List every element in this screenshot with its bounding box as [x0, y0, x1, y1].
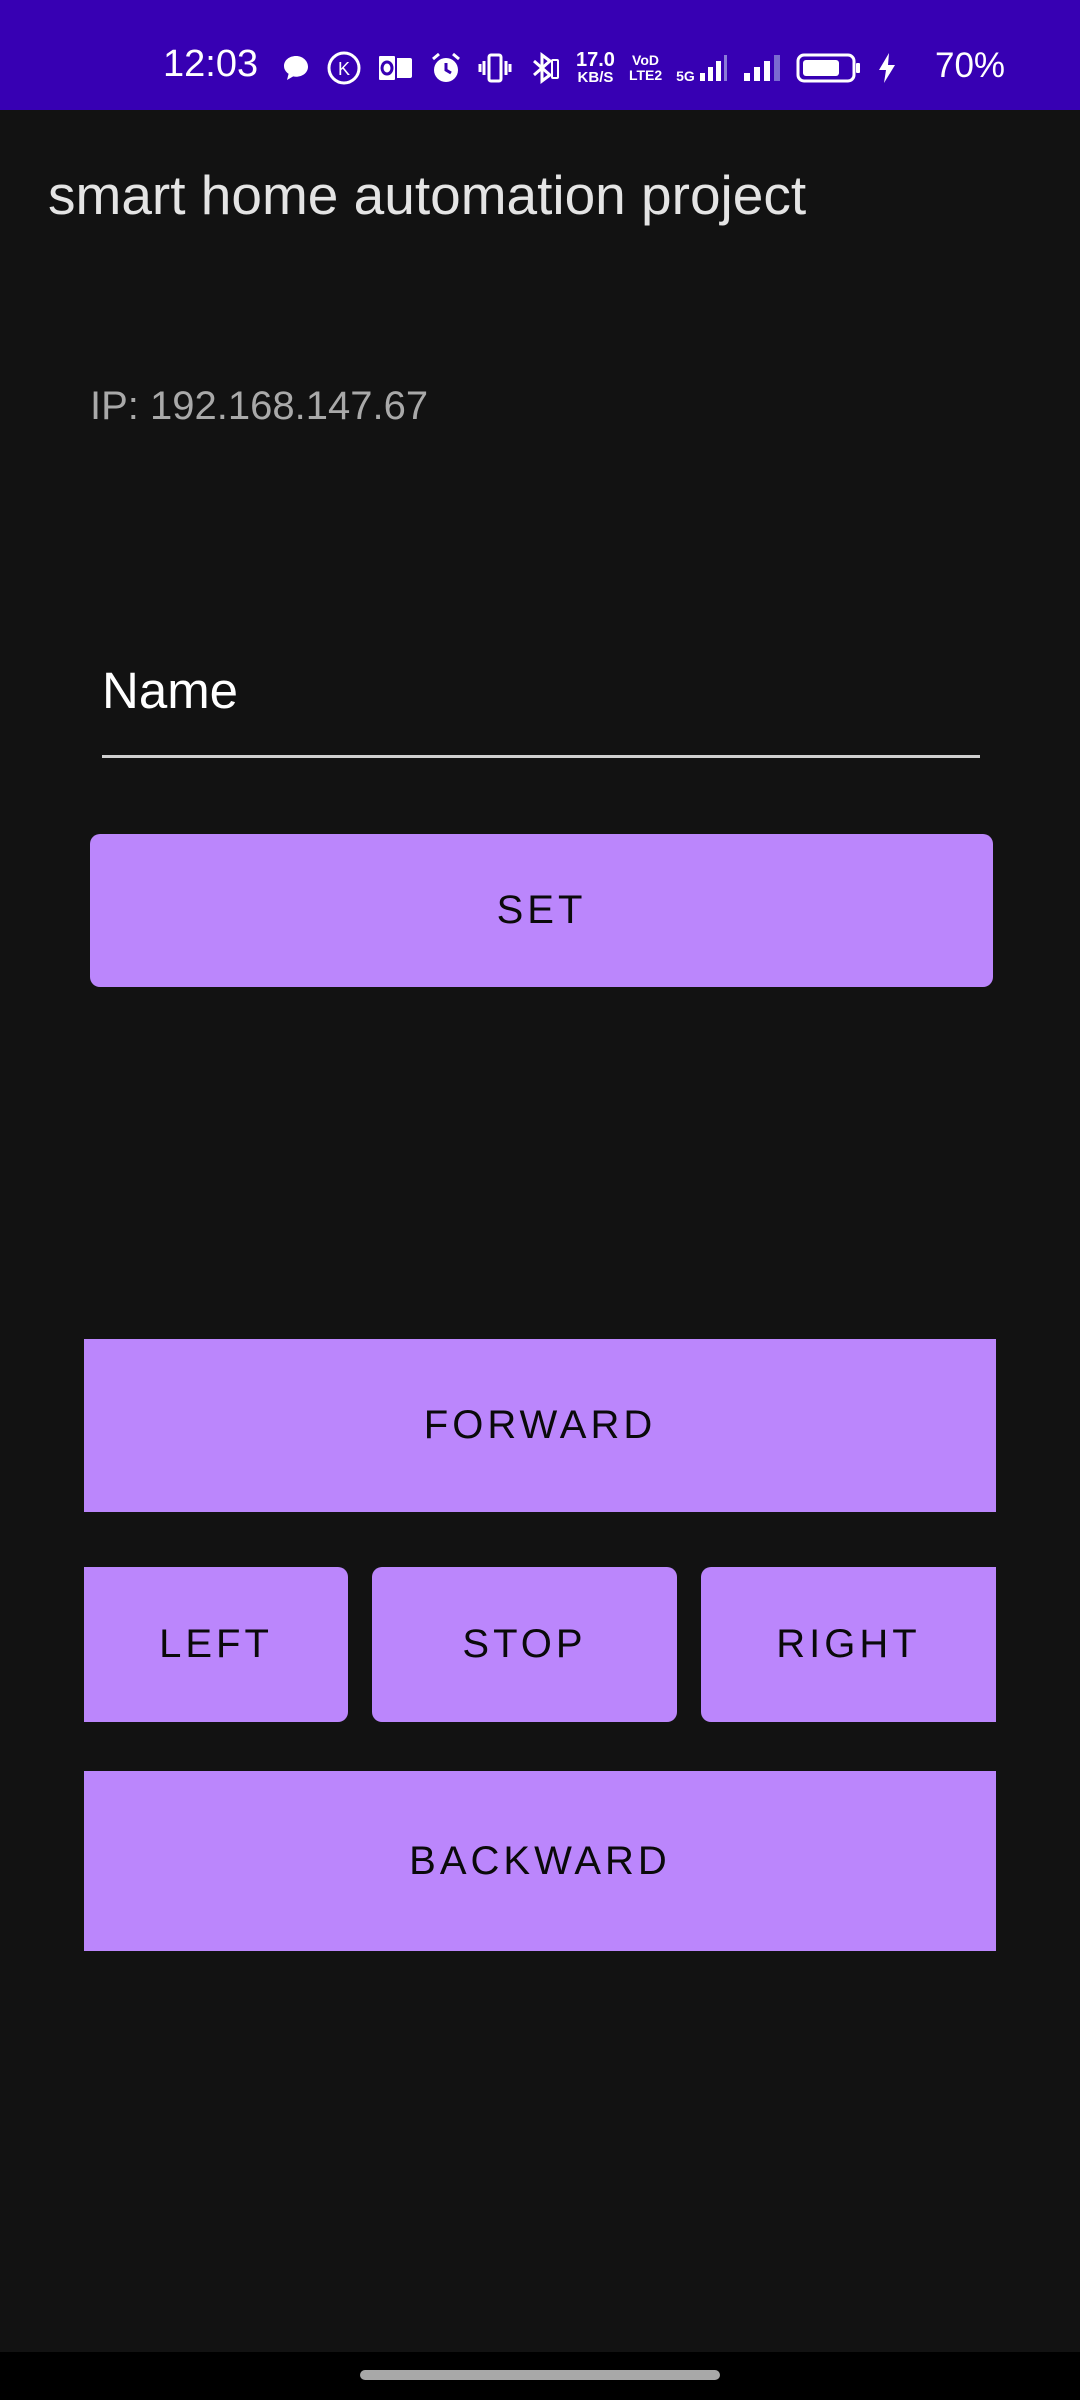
stop-button[interactable]: STOP: [372, 1567, 677, 1722]
forward-button[interactable]: FORWARD: [84, 1339, 996, 1512]
backward-button[interactable]: BACKWARD: [84, 1771, 996, 1951]
name-input[interactable]: [102, 648, 980, 758]
signal-icon: [742, 53, 782, 83]
chat-bubble-icon: [280, 52, 312, 84]
home-gesture-handle[interactable]: [360, 2370, 720, 2380]
outlook-icon: [376, 52, 414, 84]
status-time: 12:03: [163, 43, 259, 85]
navigation-bar: [0, 2352, 1080, 2400]
signal-5g-icon: 5G: [676, 53, 728, 83]
bluetooth-icon: [526, 50, 562, 86]
ip-address-label: IP: 192.168.147.67: [90, 384, 429, 428]
app-screen: 12:03 K 17.0 KB/S VoD LTE2 5G 70% smart …: [0, 0, 1080, 2400]
set-button[interactable]: SET: [90, 834, 993, 987]
volte-indicator: VoD LTE2: [628, 52, 663, 83]
battery-percent: 70%: [935, 46, 1006, 85]
battery-icon: [796, 52, 862, 84]
vibrate-icon: [478, 51, 512, 85]
right-button[interactable]: RIGHT: [701, 1567, 996, 1722]
status-icons: K 17.0 KB/S VoD LTE2 5G: [280, 46, 898, 90]
alarm-icon: [428, 50, 464, 86]
k-app-icon: K: [326, 50, 362, 86]
status-bar: 12:03 K 17.0 KB/S VoD LTE2 5G 70%: [0, 0, 1080, 110]
left-button[interactable]: LEFT: [84, 1567, 348, 1722]
svg-text:K: K: [338, 59, 350, 79]
charging-icon: [876, 51, 898, 85]
net-speed-indicator: 17.0 KB/S: [576, 49, 615, 86]
app-title: smart home automation project: [48, 164, 807, 226]
